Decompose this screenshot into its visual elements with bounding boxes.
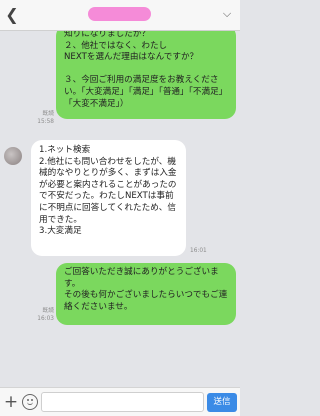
message-outgoing-2: ご回答いただき誠にありがとうございます。 その後も何かございましたらいつでもご連…	[56, 263, 236, 325]
smiley-icon[interactable]	[22, 394, 38, 410]
chat-history[interactable]: 知りになりましたか？ ２、他社ではなく、わたし NEXTを選んだ理由はなんですか…	[0, 31, 240, 387]
message-meta-3: 既読 16:03	[28, 308, 54, 323]
plus-icon[interactable]: +	[3, 393, 19, 411]
read-receipt: 既読	[42, 111, 54, 117]
message-meta-1: 既読 15:58	[28, 111, 54, 126]
chevron-down-icon[interactable]: ⌵	[221, 8, 233, 20]
message-meta-2: 16:01	[190, 248, 216, 256]
smiley-mouth	[26, 402, 33, 405]
message-input[interactable]	[41, 392, 204, 412]
read-receipt: 既読	[42, 308, 54, 314]
message-outgoing-1: 知りになりましたか？ ２、他社ではなく、わたし NEXTを選んだ理由はなんですか…	[56, 31, 236, 119]
send-button[interactable]: 送信	[207, 393, 237, 412]
contact-name	[90, 9, 150, 21]
chat-header: ❮ ⌵	[0, 0, 240, 31]
message-time: 16:03	[37, 315, 54, 322]
message-incoming-1: 1.ネット検索 2.他社にも問い合わせをしたが、機械的なやりとりが多く、まずは入…	[31, 140, 186, 256]
contact-avatar[interactable]	[4, 147, 22, 165]
back-chevron-icon[interactable]: ❮	[4, 6, 20, 24]
message-time: 16:01	[190, 248, 207, 254]
message-time: 15:58	[37, 118, 54, 125]
message-input-bar: + 送信	[0, 387, 240, 416]
